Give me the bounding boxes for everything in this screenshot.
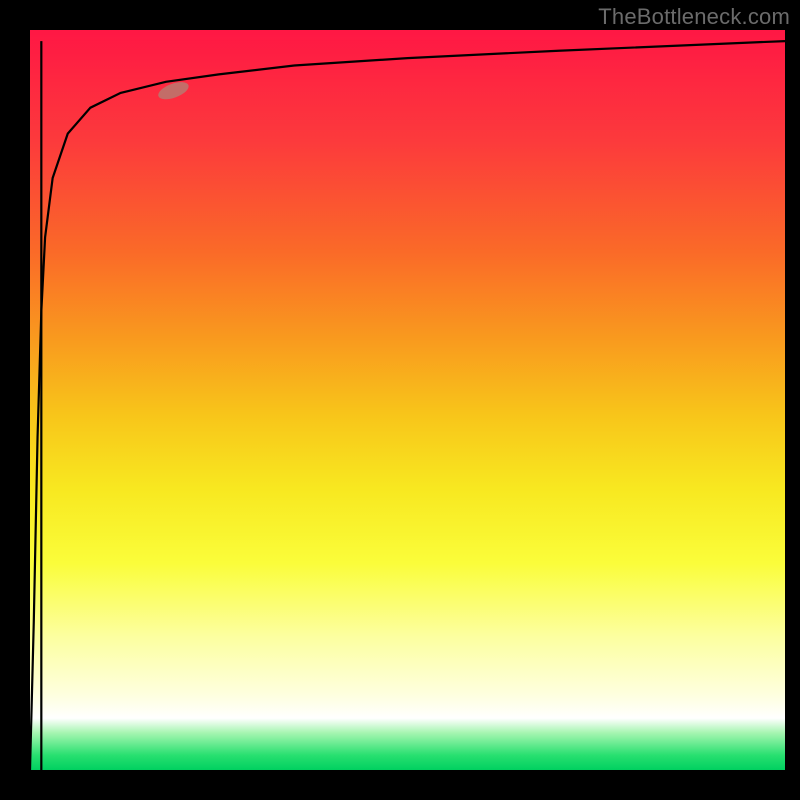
chart-plot-area [30, 30, 785, 770]
chart-frame: TheBottleneck.com [0, 0, 800, 800]
watermark-text: TheBottleneck.com [598, 4, 790, 30]
